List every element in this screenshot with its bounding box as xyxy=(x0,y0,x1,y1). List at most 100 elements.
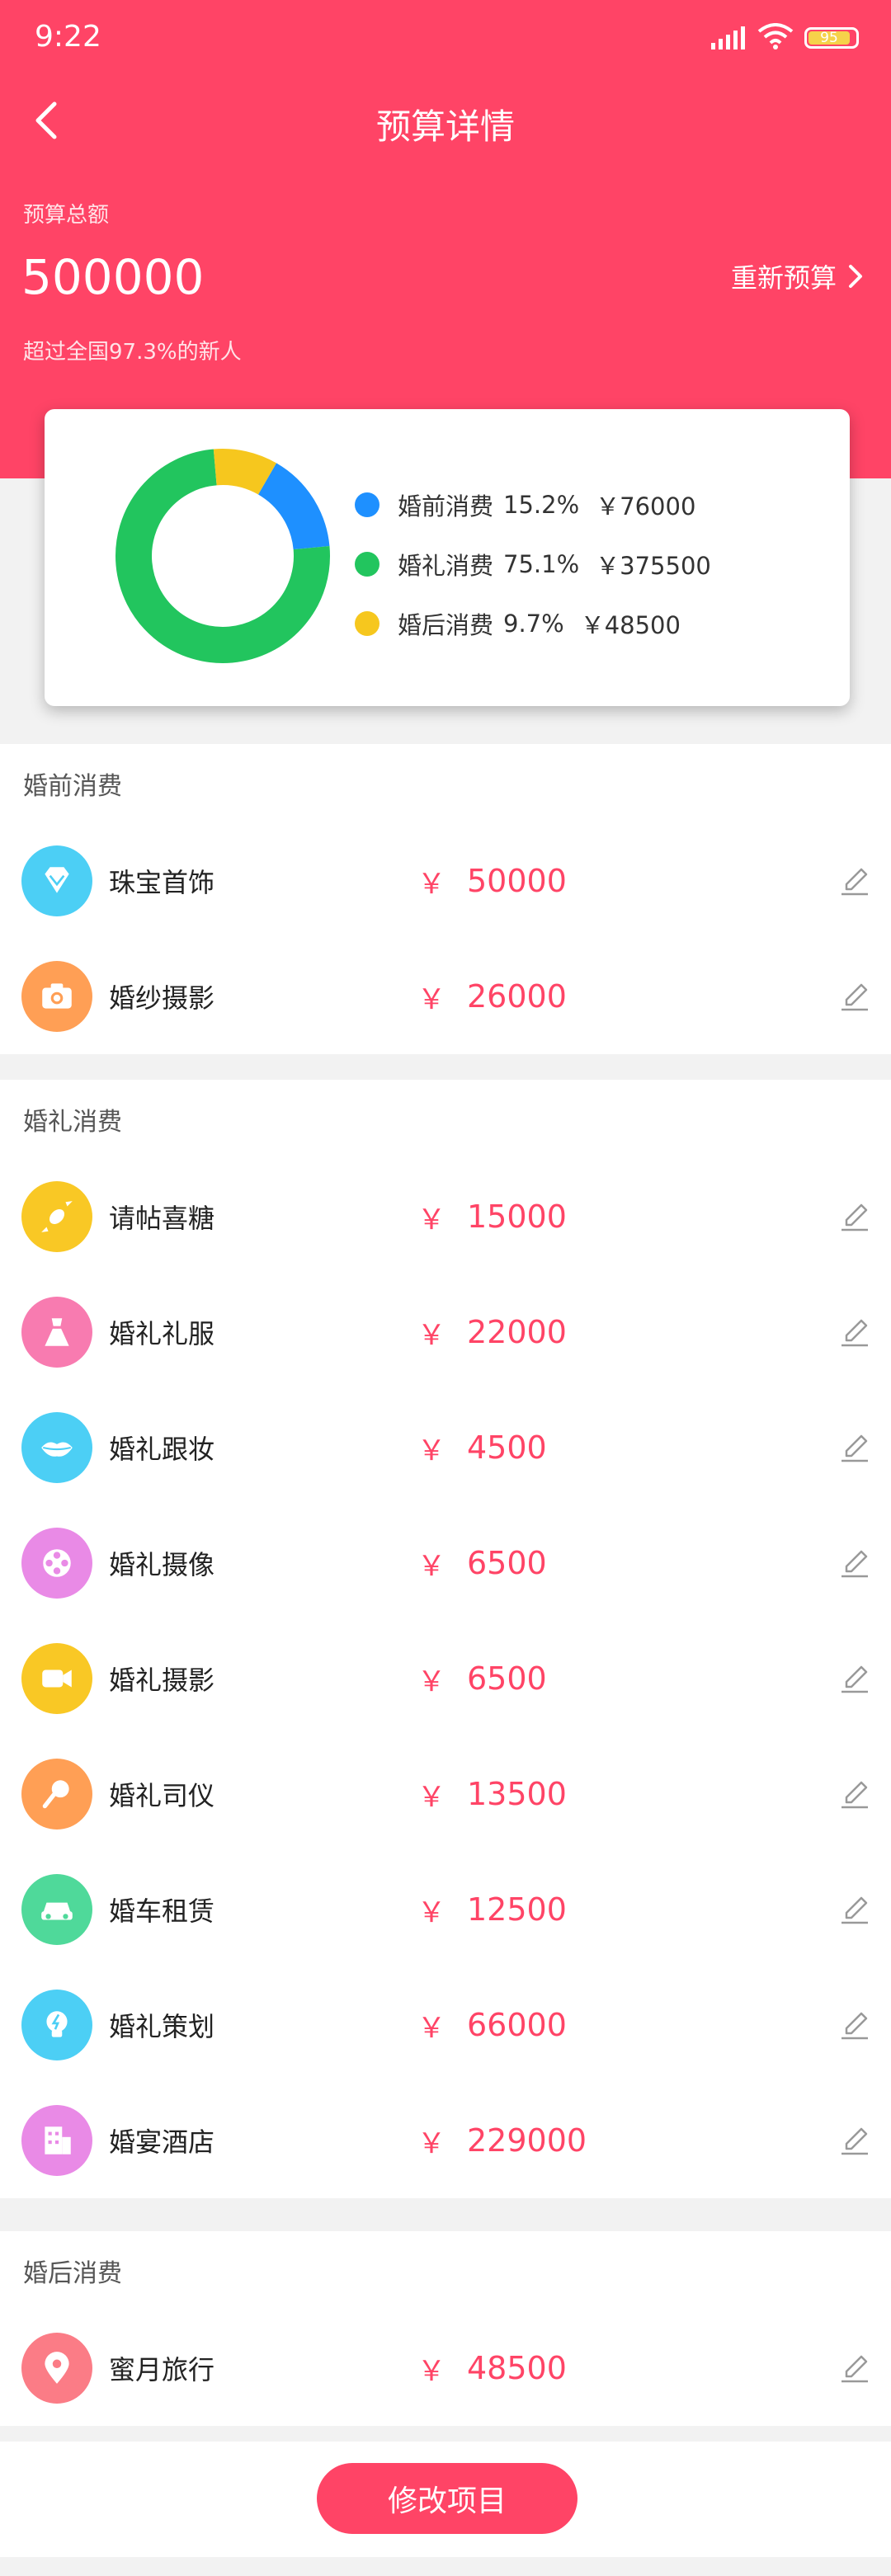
expense-amount: 26000 xyxy=(467,978,567,1015)
film-reel-icon xyxy=(21,1528,92,1599)
status-bar: 9:22 95 xyxy=(0,0,891,79)
battery-icon: 95 xyxy=(804,27,859,49)
section-title: 婚前消费 xyxy=(23,772,122,801)
edit-icon[interactable] xyxy=(838,1778,871,1811)
currency-symbol: ￥ xyxy=(417,1896,446,1929)
expense-amount: 4500 xyxy=(467,1429,547,1466)
expense-name: 婚宴酒店 xyxy=(109,2126,215,2158)
microphone-icon xyxy=(21,1759,92,1830)
expense-section: 婚礼消费 请帖喜糖 ￥ 15000 婚礼礼服 ￥ 22000 婚礼跟妆 ￥ 45… xyxy=(0,1080,891,2198)
expense-amount: 229000 xyxy=(467,2122,587,2159)
camera-icon xyxy=(21,961,92,1032)
currency-symbol: ￥ xyxy=(417,867,446,901)
edit-icon[interactable] xyxy=(838,1200,871,1233)
currency-symbol: ￥ xyxy=(417,1318,446,1352)
budget-total-value: 500000 xyxy=(21,249,205,305)
expense-amount: 15000 xyxy=(467,1199,567,1235)
legend-amount: ￥375500 xyxy=(596,552,711,580)
expense-amount: 22000 xyxy=(467,1314,567,1350)
edit-icon[interactable] xyxy=(838,2352,871,2385)
lightbulb-icon xyxy=(21,1990,92,2060)
chart-legend: 婚前消费 15.2% ￥76000 婚礼消费 75.1% ￥375500 婚后消费 9.7% ￥… xyxy=(355,475,711,653)
budget-chart-card: 婚前消费 15.2% ￥76000 婚礼消费 75.1% ￥375500 婚后消费 9.7% ￥… xyxy=(45,409,850,706)
expense-item[interactable]: 婚纱摄影 ￥ 26000 xyxy=(0,939,891,1054)
expense-item[interactable]: 婚礼跟妆 ￥ 4500 xyxy=(0,1390,891,1505)
expense-item[interactable]: 婚礼礼服 ￥ 22000 xyxy=(0,1274,891,1390)
modify-items-button[interactable]: 修改项目 xyxy=(317,2463,578,2534)
expense-item[interactable]: 婚礼策划 ￥ 66000 xyxy=(0,1967,891,2083)
expense-amount: 12500 xyxy=(467,1891,567,1928)
battery-level: 95 xyxy=(808,31,850,45)
currency-symbol: ￥ xyxy=(417,1434,446,1467)
legend-item: 婚前消费 15.2% ￥76000 xyxy=(355,475,711,535)
edit-icon[interactable] xyxy=(838,980,871,1013)
expense-item[interactable]: 婚车租赁 ￥ 12500 xyxy=(0,1852,891,1967)
edit-icon[interactable] xyxy=(838,1547,871,1580)
budget-total-label: 预算总额 xyxy=(23,203,110,228)
hotel-icon xyxy=(21,2105,92,2176)
legend-name: 婚后消费 xyxy=(398,611,494,639)
legend-percent: 75.1% xyxy=(503,550,580,578)
legend-dot xyxy=(355,611,380,636)
edit-icon[interactable] xyxy=(838,1662,871,1695)
donut-slice xyxy=(213,449,276,495)
currency-symbol: ￥ xyxy=(417,1203,446,1236)
legend-item: 婚礼消费 75.1% ￥375500 xyxy=(355,535,711,594)
dress-icon xyxy=(21,1297,92,1368)
expense-item[interactable]: 珠宝首饰 ￥ 50000 xyxy=(0,823,891,939)
edit-icon[interactable] xyxy=(838,1431,871,1464)
expense-section: 婚后消费 蜜月旅行 ￥ 48500 xyxy=(0,2231,891,2426)
expense-name: 珠宝首饰 xyxy=(109,867,215,898)
edit-icon[interactable] xyxy=(838,2124,871,2157)
rebudget-label: 重新预算 xyxy=(730,262,837,294)
expense-amount: 48500 xyxy=(467,2350,567,2386)
edit-icon[interactable] xyxy=(838,1316,871,1349)
legend-amount: ￥48500 xyxy=(580,611,681,639)
edit-icon[interactable] xyxy=(838,2009,871,2041)
legend-amount: ￥76000 xyxy=(596,492,696,520)
expense-amount: 66000 xyxy=(467,2007,567,2043)
expense-name: 婚礼司仪 xyxy=(109,1780,215,1811)
candy-icon xyxy=(21,1181,92,1252)
wifi-icon xyxy=(757,23,794,49)
expense-name: 婚礼礼服 xyxy=(109,1318,215,1349)
edit-icon[interactable] xyxy=(838,1893,871,1926)
currency-symbol: ￥ xyxy=(417,1665,446,1698)
diamond-icon xyxy=(21,845,92,916)
legend-percent: 15.2% xyxy=(503,491,580,519)
rebudget-button[interactable]: 重新预算 xyxy=(731,257,863,295)
expense-section: 婚前消费 珠宝首饰 ￥ 50000 婚纱摄影 ￥ 26000 xyxy=(0,744,891,1054)
currency-symbol: ￥ xyxy=(417,2126,446,2160)
expense-amount: 13500 xyxy=(467,1776,567,1812)
legend-name: 婚前消费 xyxy=(398,492,494,520)
expense-item[interactable]: 婚礼司仪 ￥ 13500 xyxy=(0,1736,891,1852)
expense-name: 婚礼跟妆 xyxy=(109,1434,215,1465)
section-title: 婚后消费 xyxy=(23,2259,122,2288)
expense-name: 婚车租赁 xyxy=(109,1896,215,1927)
currency-symbol: ￥ xyxy=(417,1549,446,1583)
car-icon xyxy=(21,1874,92,1945)
expense-name: 请帖喜糖 xyxy=(109,1203,215,1234)
legend-dot xyxy=(355,492,380,517)
nav-bar: 预算详情 xyxy=(0,79,891,170)
legend-percent: 9.7% xyxy=(503,610,564,638)
expense-item[interactable]: 蜜月旅行 ￥ 48500 xyxy=(0,2310,891,2426)
status-time: 9:22 xyxy=(35,20,101,54)
expense-item[interactable]: 婚礼摄影 ￥ 6500 xyxy=(0,1621,891,1736)
expense-item[interactable]: 婚礼摄像 ￥ 6500 xyxy=(0,1505,891,1621)
expense-name: 婚纱摄影 xyxy=(109,982,215,1014)
edit-icon[interactable] xyxy=(838,864,871,897)
donut-slice xyxy=(257,463,330,550)
currency-symbol: ￥ xyxy=(417,2354,446,2388)
chevron-right-icon xyxy=(849,265,862,288)
lips-icon xyxy=(21,1412,92,1483)
legend-dot xyxy=(355,552,380,577)
signal-icon xyxy=(711,26,745,49)
expense-name: 婚礼策划 xyxy=(109,2011,215,2042)
expense-amount: 6500 xyxy=(467,1660,547,1697)
expense-item[interactable]: 请帖喜糖 ￥ 15000 xyxy=(0,1159,891,1274)
currency-symbol: ￥ xyxy=(417,1780,446,1814)
expense-name: 蜜月旅行 xyxy=(109,2354,215,2385)
expense-item[interactable]: 婚宴酒店 ￥ 229000 xyxy=(0,2083,891,2198)
expense-amount: 50000 xyxy=(467,863,567,899)
